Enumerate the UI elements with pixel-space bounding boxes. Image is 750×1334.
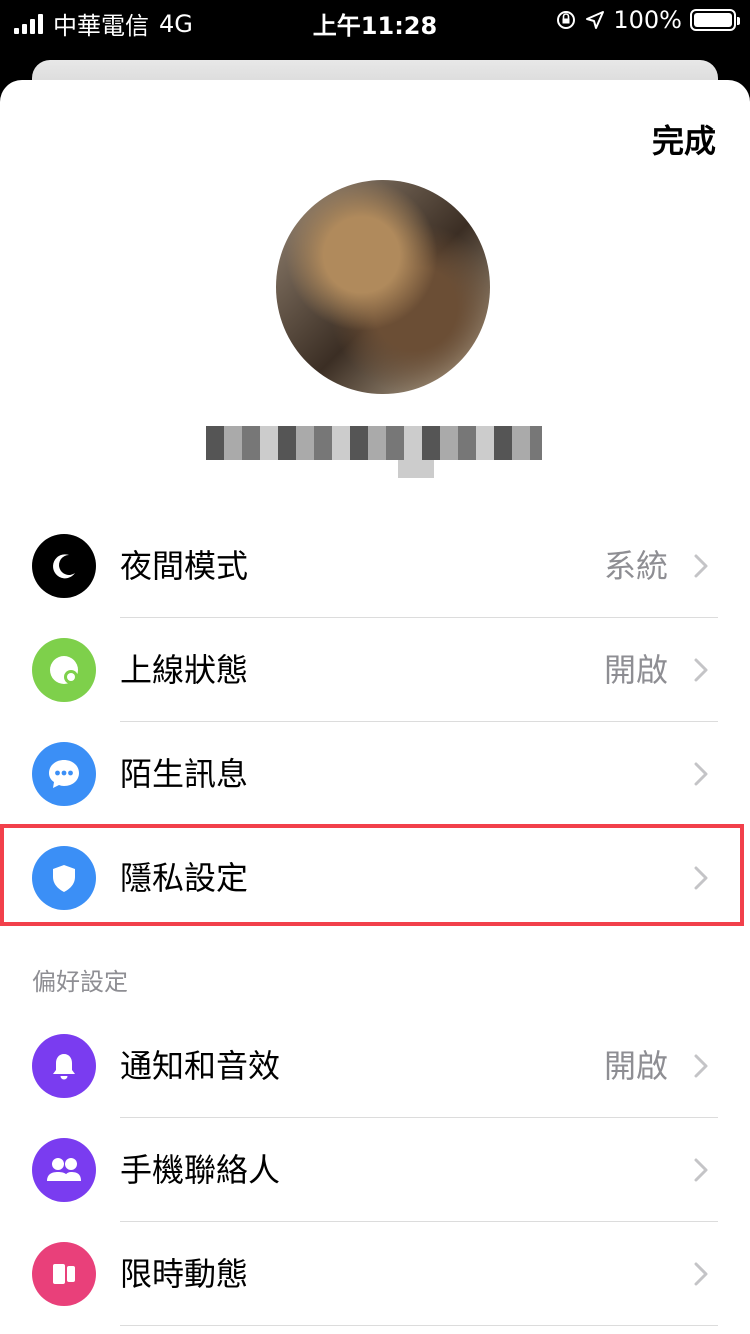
chevron-right-icon [694, 762, 708, 786]
people-icon [32, 1138, 96, 1202]
avatar[interactable] [276, 180, 490, 394]
setting-dark-mode[interactable]: 夜間模式 系統 [0, 514, 750, 618]
divider [120, 1325, 718, 1326]
chevron-right-icon [694, 1054, 708, 1078]
section-header-preferences: 偏好設定 [32, 968, 128, 996]
setting-active-status[interactable]: 上線狀態 開啟 [0, 618, 750, 722]
setting-label: 夜間模式 [120, 547, 249, 585]
chat-bubble-icon [32, 742, 96, 806]
profile-name-tail [398, 460, 434, 478]
setting-privacy[interactable]: 隱私設定 [0, 826, 750, 930]
bell-icon [32, 1034, 96, 1098]
story-icon [32, 1242, 96, 1306]
setting-label: 通知和音效 [120, 1047, 281, 1085]
rotation-lock-icon [557, 11, 576, 29]
settings-sheet: 完成 夜間模式 系統 上線狀態 開啟 陌生訊息 隱私設定 偏好設定 通知和音效 … [0, 80, 750, 1334]
profile-name [206, 426, 542, 460]
battery-percent: 100% [613, 6, 682, 34]
setting-label: 手機聯絡人 [120, 1151, 281, 1189]
setting-label: 隱私設定 [120, 859, 249, 897]
moon-icon [32, 534, 96, 598]
settings-list: 夜間模式 系統 上線狀態 開啟 陌生訊息 隱私設定 [0, 514, 750, 930]
preference-stories[interactable]: 限時動態 [0, 1222, 750, 1326]
preferences-list: 通知和音效 開啟 手機聯絡人 限時動態 [0, 1014, 750, 1326]
chevron-right-icon [694, 1158, 708, 1182]
preference-notifications[interactable]: 通知和音效 開啟 [0, 1014, 750, 1118]
setting-value: 系統 [603, 547, 668, 585]
location-arrow-icon [586, 11, 605, 29]
chevron-right-icon [694, 866, 708, 890]
setting-value: 開啟 [603, 1047, 668, 1085]
active-status-icon [32, 638, 96, 702]
done-button[interactable]: 完成 [652, 116, 716, 162]
status-bar: 中華電信 4G 上午11:28 100% [0, 0, 750, 44]
chevron-right-icon [694, 554, 708, 578]
setting-value: 開啟 [603, 651, 668, 689]
status-right: 100% [555, 6, 740, 34]
chevron-right-icon [694, 1262, 708, 1286]
chevron-right-icon [694, 658, 708, 682]
setting-label: 陌生訊息 [120, 755, 249, 793]
setting-label: 上線狀態 [120, 651, 249, 689]
shield-icon [32, 846, 96, 910]
battery-icon [690, 9, 740, 31]
setting-message-requests[interactable]: 陌生訊息 [0, 722, 750, 826]
preference-phone-contacts[interactable]: 手機聯絡人 [0, 1118, 750, 1222]
setting-label: 限時動態 [120, 1255, 249, 1293]
